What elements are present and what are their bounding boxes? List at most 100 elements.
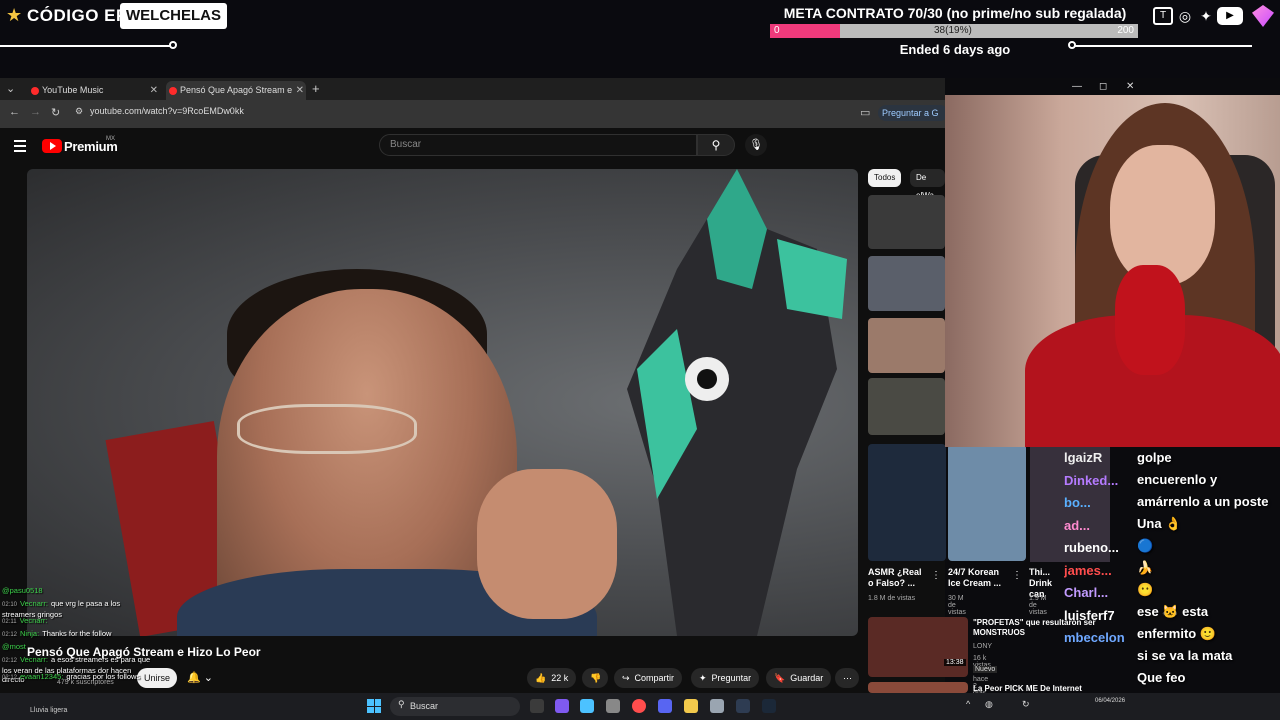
chat-username: Vecnarr: [19, 616, 48, 625]
sync-icon[interactable]: ↻ [1022, 699, 1030, 710]
rec-thumbnail[interactable] [948, 444, 1026, 561]
video-player[interactable] [27, 169, 858, 636]
rec-title[interactable]: ASMR ¿Real o Falso? ... [868, 567, 928, 589]
copilot-icon[interactable] [580, 699, 594, 713]
clock[interactable]: 06/04/2026 [1095, 697, 1125, 705]
steam-icon[interactable] [762, 699, 776, 713]
goal-progress-bar: 0 38(19%) 200 [770, 24, 1138, 38]
more-actions-button[interactable]: ⋯ [835, 668, 859, 688]
chip-all[interactable]: Todos [868, 169, 902, 187]
share-icon: ↪ [622, 673, 630, 683]
task-view-icon[interactable] [530, 699, 544, 713]
chat-username: luisferf7 [1064, 607, 1115, 623]
dislike-button[interactable]: 👎 [582, 668, 608, 688]
chat-username: bo... [1064, 495, 1091, 510]
windows-start-icon[interactable] [367, 699, 381, 713]
rec-thumbnail[interactable] [868, 318, 945, 373]
share-label: Compartir [634, 673, 675, 683]
chat-message: encuerenlo y [1137, 472, 1218, 487]
search-input[interactable]: Buscar [379, 134, 697, 156]
chrome-icon[interactable] [632, 699, 646, 713]
app-icon[interactable] [736, 699, 750, 713]
back-icon[interactable]: ← [9, 106, 20, 118]
rec-title[interactable]: 24/7 Korean Ice Cream ... [948, 567, 1010, 589]
address-bar: ← → ↻ ⚙ youtube.com/watch?v=9RcoEMDw0kk … [0, 100, 948, 128]
gem-icon [1252, 5, 1274, 27]
webcam-feed [945, 95, 1280, 447]
tab-label: YouTube Music [42, 85, 104, 95]
microphone-icon[interactable]: 🎙 [745, 134, 767, 156]
search-icon[interactable]: ⚲ [697, 134, 735, 156]
chat-username: lgaizR [1064, 450, 1103, 465]
thumbs-down-icon: 👎 [590, 673, 602, 683]
instagram-icon: ◎ [1178, 8, 1192, 24]
youtube-logo-icon[interactable] [42, 139, 62, 153]
tab-label: Pensó Que Apagó Stream e [180, 85, 293, 95]
settings-icon[interactable] [606, 699, 620, 713]
divider-line [0, 45, 172, 47]
windows-taskbar: Buscar ⚲ ^ ◍ ↻ 06/04/2026 [0, 693, 1280, 720]
close-icon[interactable]: ✕ [150, 81, 158, 100]
discord-icon[interactable] [658, 699, 672, 713]
tab-video[interactable]: Pensó Que Apagó Stream e ✕ [166, 81, 306, 100]
ask-label: Preguntar [711, 673, 752, 683]
cast-icon[interactable]: ▭ [860, 106, 870, 119]
rec-thumbnail[interactable] [868, 256, 945, 311]
chat-message: 🔵 [1137, 538, 1154, 553]
tray-chevron-icon[interactable]: ^ [966, 699, 970, 709]
folder-icon[interactable] [684, 699, 698, 713]
rec-thumbnail[interactable] [868, 617, 968, 677]
rec-channel: LONY [973, 643, 993, 650]
forward-icon[interactable]: → [30, 106, 41, 118]
minimize-icon[interactable]: — [1072, 81, 1082, 92]
maximize-icon[interactable]: ◻ [1099, 81, 1107, 92]
taskbar-search-input[interactable]: Buscar [390, 697, 520, 716]
chat-username: Vecnarr: [20, 599, 48, 608]
region-label: MX [106, 136, 115, 142]
share-button[interactable]: ↪ Compartir [614, 668, 683, 688]
tab-search-icon[interactable]: ⌄ [6, 82, 15, 95]
chip-channel[interactable]: De elWa [910, 169, 945, 200]
goal-title: META CONTRATO 70/30 (no prime/no sub reg… [783, 5, 1127, 21]
streamer-hand [1115, 265, 1185, 375]
close-icon[interactable]: ✕ [296, 81, 304, 100]
ask-google-button[interactable]: Preguntar a G [878, 105, 948, 121]
rec-thumbnail[interactable] [868, 378, 945, 435]
chat-message: 🍌 [1137, 560, 1154, 575]
new-tab-button[interactable]: + [312, 81, 320, 96]
reload-icon[interactable]: ↻ [51, 106, 60, 119]
more-vert-icon[interactable]: ⋮ [931, 570, 941, 581]
chat-username: @most [2, 642, 26, 651]
twitter-icon: ✦ [1200, 8, 1212, 24]
site-info-icon[interactable]: ⚙ [75, 106, 83, 117]
photos-icon[interactable] [710, 699, 724, 713]
more-vert-icon[interactable]: ⋮ [1012, 570, 1022, 581]
bell-icon[interactable]: 🔔 ⌄ [187, 668, 227, 688]
menu-icon[interactable] [14, 140, 26, 155]
close-icon[interactable]: ✕ [1126, 81, 1134, 92]
ask-button[interactable]: ✦ Preguntar [691, 668, 760, 688]
teams-icon[interactable] [555, 699, 569, 713]
chat-message: golpe [1137, 450, 1172, 465]
divider-line [1072, 45, 1252, 47]
chat-username: Ninja: [20, 629, 40, 638]
chat-username: evaan12345: [20, 672, 64, 681]
ben10-figure [627, 169, 847, 636]
chat-username: james... [1064, 562, 1112, 578]
rec-views: 1.9 M de vistas [1029, 595, 1047, 616]
rec-thumbnail[interactable] [868, 682, 968, 693]
goal-ended-text: Ended 6 days ago [899, 42, 1011, 57]
sparkle-icon: ✦ [699, 673, 707, 683]
rec-thumbnail[interactable] [868, 195, 945, 249]
like-button[interactable]: 👍 22 k [527, 668, 577, 688]
chat-text: Thanks for the follow [42, 629, 112, 638]
url-field[interactable]: youtube.com/watch?v=9RcoEMDw0kk [90, 106, 244, 116]
tab-youtube-music[interactable]: YouTube Music ✕ [28, 81, 160, 100]
chat-line: 02:11 Vecnarr: [2, 616, 51, 627]
network-icon[interactable]: ◍ [985, 699, 993, 710]
chat-message: si se va la mata [1137, 648, 1233, 663]
rec-thumbnail[interactable] [868, 444, 946, 561]
streamer-badge: WELCHELAS [120, 3, 227, 29]
save-button[interactable]: 🔖 Guardar [766, 668, 832, 688]
divider-dot [169, 41, 177, 49]
